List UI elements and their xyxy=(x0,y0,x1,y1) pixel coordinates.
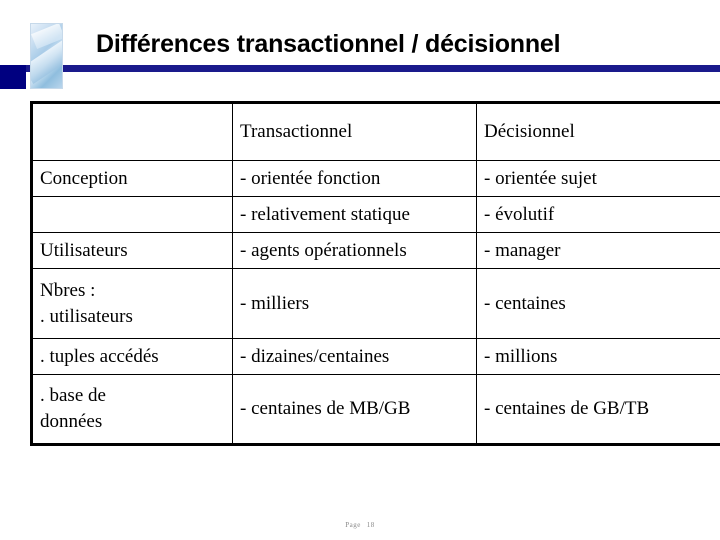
table-header: Transactionnel Décisionnel xyxy=(31,102,720,161)
row-label-nbres-line1: Nbres : xyxy=(40,279,96,301)
header-accent-rule xyxy=(0,65,720,72)
cell-decisionnel-conception: - orientée sujet xyxy=(476,160,720,197)
table-row: - relativement statique - évolutif xyxy=(31,196,720,233)
slide-header: Différences transactionnel / décisionnel xyxy=(0,0,720,101)
cell-decisionnel-base: - centaines de GB/TB xyxy=(476,374,720,445)
table-row: Conception - orientée fonction - orienté… xyxy=(31,160,720,197)
cell-decisionnel-centaines: - centaines xyxy=(476,268,720,339)
row-label-conception: Conception xyxy=(31,160,233,197)
row-label-base-de-donnees: . base de données xyxy=(31,374,233,445)
decorative-photo-chip-icon xyxy=(30,23,63,89)
row-label-empty xyxy=(31,196,233,233)
cell-decisionnel-tuples: - millions xyxy=(476,338,720,375)
column-header-blank xyxy=(31,102,233,161)
cell-decisionnel-utilisateurs: - manager xyxy=(476,232,720,269)
slide-footer: Page 18 xyxy=(0,521,720,530)
cell-transactionnel-conception: - orientée fonction xyxy=(232,160,477,197)
column-header-decisionnel: Décisionnel xyxy=(476,102,720,161)
row-label-tuples-accedes: . tuples accédés xyxy=(31,338,233,375)
row-label-nbres: Nbres : . utilisateurs xyxy=(31,268,233,339)
cell-transactionnel-statique: - relativement statique xyxy=(232,196,477,233)
table-body: Conception - orientée fonction - orienté… xyxy=(31,160,720,445)
comparison-table: Transactionnel Décisionnel Conception - … xyxy=(30,101,720,446)
row-label-nbres-line2: . utilisateurs xyxy=(40,305,133,327)
row-label-utilisateurs: Utilisateurs xyxy=(31,232,233,269)
row-label-base-line2: données xyxy=(40,411,103,432)
page-title: Différences transactionnel / décisionnel xyxy=(96,30,561,58)
table-header-row: Transactionnel Décisionnel xyxy=(31,102,720,161)
cell-transactionnel-milliers: - milliers xyxy=(232,268,477,339)
row-label-base-line1: . base de xyxy=(40,385,106,406)
table-row: . base de données - centaines de MB/GB -… xyxy=(31,374,720,445)
footer-page-number: 18 xyxy=(366,521,375,529)
cell-transactionnel-utilisateurs: - agents opérationnels xyxy=(232,232,477,269)
column-header-transactionnel: Transactionnel xyxy=(232,102,477,161)
cell-decisionnel-evolutif: - évolutif xyxy=(476,196,720,233)
table-row: . tuples accédés - dizaines/centaines - … xyxy=(31,338,720,375)
table-row: Nbres : . utilisateurs - milliers - cent… xyxy=(31,268,720,339)
footer-page-label: Page xyxy=(345,521,361,529)
cell-transactionnel-base: - centaines de MB/GB xyxy=(232,374,477,445)
header-accent-block xyxy=(0,65,26,89)
cell-transactionnel-tuples: - dizaines/centaines xyxy=(232,338,477,375)
table-row: Utilisateurs - agents opérationnels - ma… xyxy=(31,232,720,269)
